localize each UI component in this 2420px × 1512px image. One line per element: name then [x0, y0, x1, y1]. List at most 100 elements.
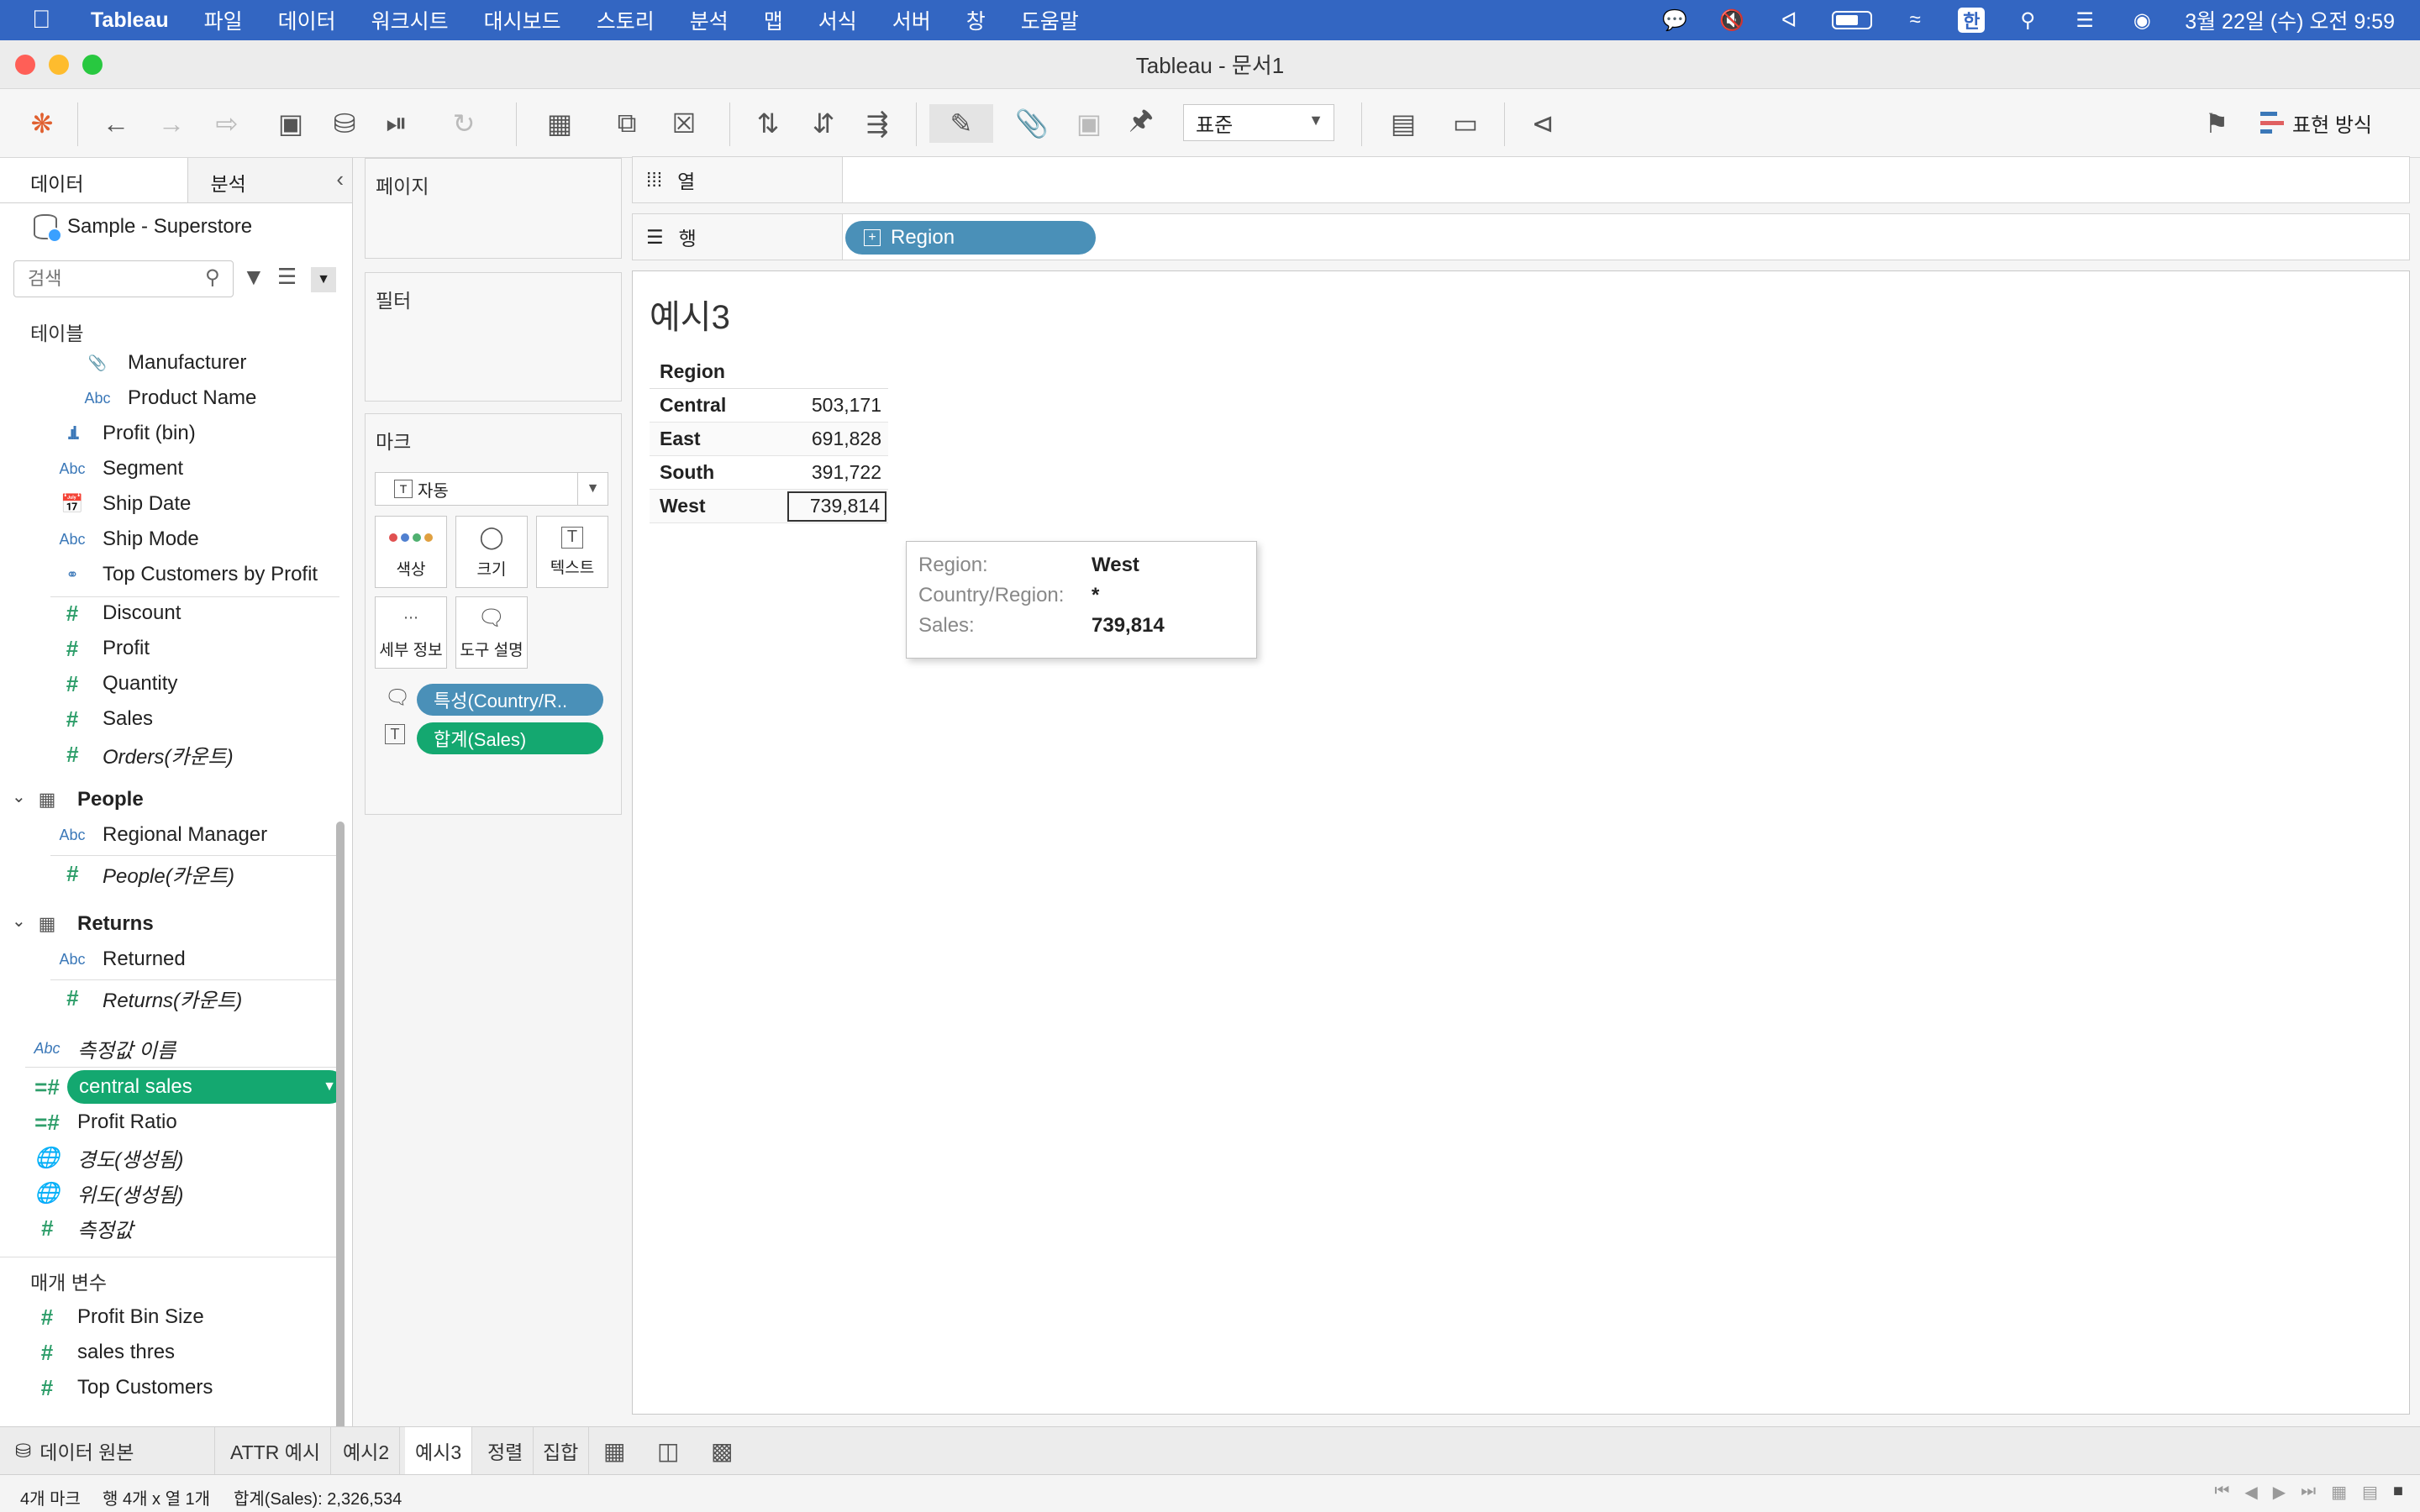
battery-icon[interactable]: [1832, 11, 1873, 29]
tabs-view-icon[interactable]: ■: [2393, 1482, 2403, 1503]
tooltip-button[interactable]: 🗨 도구 설명: [455, 596, 528, 669]
table-row[interactable]: Central 503,171: [650, 389, 888, 423]
menu-worksheet[interactable]: 워크시트: [371, 5, 449, 35]
collapse-pane-icon[interactable]: ‹: [336, 166, 344, 192]
fit-width-select[interactable]: 표준 ▼: [1183, 104, 1334, 141]
table-row[interactable]: West 739,814: [650, 490, 888, 523]
mute-icon[interactable]: 🔇: [1718, 8, 1746, 32]
column-header[interactable]: Region: [650, 355, 888, 389]
new-worksheet-icon[interactable]: ▦: [534, 104, 585, 143]
bluetooth-icon[interactable]: ᐊ: [1775, 8, 1803, 32]
menu-app[interactable]: Tableau: [91, 8, 169, 33]
chevron-down-icon[interactable]: ▼: [323, 1079, 336, 1095]
window-close-button[interactable]: [15, 55, 35, 75]
filter-icon[interactable]: ▼: [242, 264, 266, 291]
menu-format[interactable]: 서식: [818, 5, 857, 35]
measure-item[interactable]: # Profit: [0, 632, 345, 665]
measure-item[interactable]: # Orders(카운트): [0, 738, 345, 771]
region-row-pill[interactable]: + Region: [845, 221, 1096, 255]
menu-window[interactable]: 창: [966, 5, 986, 35]
new-story-icon[interactable]: ▩: [711, 1437, 733, 1465]
color-button[interactable]: 색상: [375, 516, 447, 588]
sheet-tab[interactable]: 정렬: [477, 1427, 534, 1474]
group-members-icon[interactable]: 📎: [1005, 104, 1059, 143]
save-icon[interactable]: ▣: [274, 104, 308, 143]
publish-icon[interactable]: ⚑: [2198, 104, 2235, 143]
field-item[interactable]: .ıl. Profit (bin): [0, 417, 345, 450]
measure-item[interactable]: # Returns(카운트): [0, 981, 345, 1015]
field-item[interactable]: 📅 Ship Date: [0, 487, 345, 521]
redo-icon[interactable]: →: [153, 104, 190, 143]
field-item[interactable]: 📎 Manufacturer: [0, 346, 345, 380]
menu-map[interactable]: 맵: [764, 5, 783, 35]
siri-icon[interactable]: ◉: [2128, 8, 2156, 32]
mark-type-select[interactable]: T 자동 ▼: [375, 472, 608, 506]
menu-data[interactable]: 데이터: [278, 5, 336, 35]
text-field-pill[interactable]: 합계(Sales): [417, 722, 603, 754]
first-page-icon[interactable]: ⏮: [2214, 1482, 2229, 1503]
chat-icon[interactable]: 💬: [1660, 8, 1689, 32]
filmstrip-view-icon[interactable]: ▤: [2362, 1482, 2378, 1503]
field-item[interactable]: Abc Segment: [0, 452, 345, 486]
highlight-icon[interactable]: ✎: [929, 104, 993, 143]
row-header[interactable]: East: [650, 428, 787, 450]
field-search-input[interactable]: [13, 260, 234, 297]
text-button[interactable]: T 텍스트: [536, 516, 608, 588]
show-me-button[interactable]: 표현 방식: [2260, 104, 2372, 141]
refresh-icon[interactable]: ↻: [445, 104, 482, 143]
sheet-tab[interactable]: 예시2: [333, 1427, 401, 1474]
field-item[interactable]: Abc Regional Manager: [0, 818, 345, 852]
tooltip-field-pill[interactable]: 특성(Country/R..: [417, 684, 603, 716]
field-item[interactable]: ⚭ Top Customers by Profit: [0, 558, 345, 591]
control-center-icon[interactable]: ☰: [2070, 8, 2099, 32]
duplicate-sheet-icon[interactable]: ⧉: [608, 104, 645, 143]
undo-icon[interactable]: ←: [97, 104, 134, 143]
menubar-clock[interactable]: 3월 22일 (수) 오전 9:59: [2185, 5, 2395, 35]
row-header[interactable]: West: [650, 495, 787, 517]
datasource-tab[interactable]: ⛁ 데이터 원본: [0, 1427, 215, 1474]
clear-sheet-icon[interactable]: ☒: [657, 104, 711, 143]
tab-data[interactable]: 데이터: [0, 158, 189, 202]
pages-card[interactable]: 페이지: [365, 158, 622, 259]
fit-icon[interactable]: ▤: [1376, 104, 1430, 143]
measure-item[interactable]: # Sales: [0, 702, 345, 736]
parameter-item[interactable]: # sales thres: [0, 1336, 345, 1369]
table-cell[interactable]: 691,828: [787, 424, 886, 454]
measure-item[interactable]: # 측정값: [0, 1211, 345, 1245]
measure-item[interactable]: =# Profit Ratio: [0, 1105, 345, 1139]
menu-file[interactable]: 파일: [204, 5, 243, 35]
next-page-icon[interactable]: ▶: [2273, 1482, 2286, 1503]
data-pane-scrollbar[interactable]: [336, 822, 345, 1431]
measure-item[interactable]: # People(카운트): [0, 857, 345, 890]
field-item[interactable]: Abc Product Name: [0, 381, 345, 415]
pause-updates-icon[interactable]: ⏯: [378, 104, 415, 143]
sheet-tab[interactable]: 집합: [533, 1427, 590, 1474]
table-people[interactable]: ▦ People: [0, 783, 345, 816]
table-row[interactable]: East 691,828: [650, 423, 888, 456]
viz-canvas[interactable]: 예시3 Region Central 503,171 East 691,828 So…: [632, 270, 2410, 1415]
measure-item[interactable]: # Quantity: [0, 667, 345, 701]
filters-card[interactable]: 필터: [365, 272, 622, 402]
wifi-icon[interactable]: ≈: [1901, 8, 1929, 32]
selected-field-pill[interactable]: central sales ▼: [67, 1070, 345, 1104]
prev-page-icon[interactable]: ◀: [2244, 1482, 2257, 1503]
new-datasource-icon[interactable]: ⛁: [326, 104, 363, 143]
table-row[interactable]: South 391,722: [650, 456, 888, 490]
sheet-tab[interactable]: ATTR 예시: [220, 1427, 332, 1474]
new-dashboard-icon[interactable]: ◫: [657, 1437, 679, 1465]
table-cell[interactable]: 391,722: [787, 458, 886, 488]
parameter-item[interactable]: # Top Customers: [0, 1371, 345, 1404]
field-item[interactable]: Abc Ship Mode: [0, 522, 345, 556]
row-header[interactable]: South: [650, 461, 787, 484]
menu-server[interactable]: 서버: [892, 5, 931, 35]
measure-item[interactable]: 🌐 위도(생성됨): [0, 1176, 345, 1210]
menu-analysis[interactable]: 분석: [690, 5, 729, 35]
measure-item[interactable]: # Discount: [0, 596, 345, 630]
parameter-item[interactable]: # Profit Bin Size: [0, 1300, 345, 1334]
presentation-mode-icon[interactable]: ▭: [1447, 104, 1484, 143]
row-header[interactable]: Central: [650, 394, 787, 417]
sort-descending-icon[interactable]: ⇶: [859, 104, 896, 143]
menu-story[interactable]: 스토리: [597, 5, 655, 35]
size-button[interactable]: ◯ 크기: [455, 516, 528, 588]
fix-axes-icon[interactable]: 🖈: [1123, 104, 1160, 143]
